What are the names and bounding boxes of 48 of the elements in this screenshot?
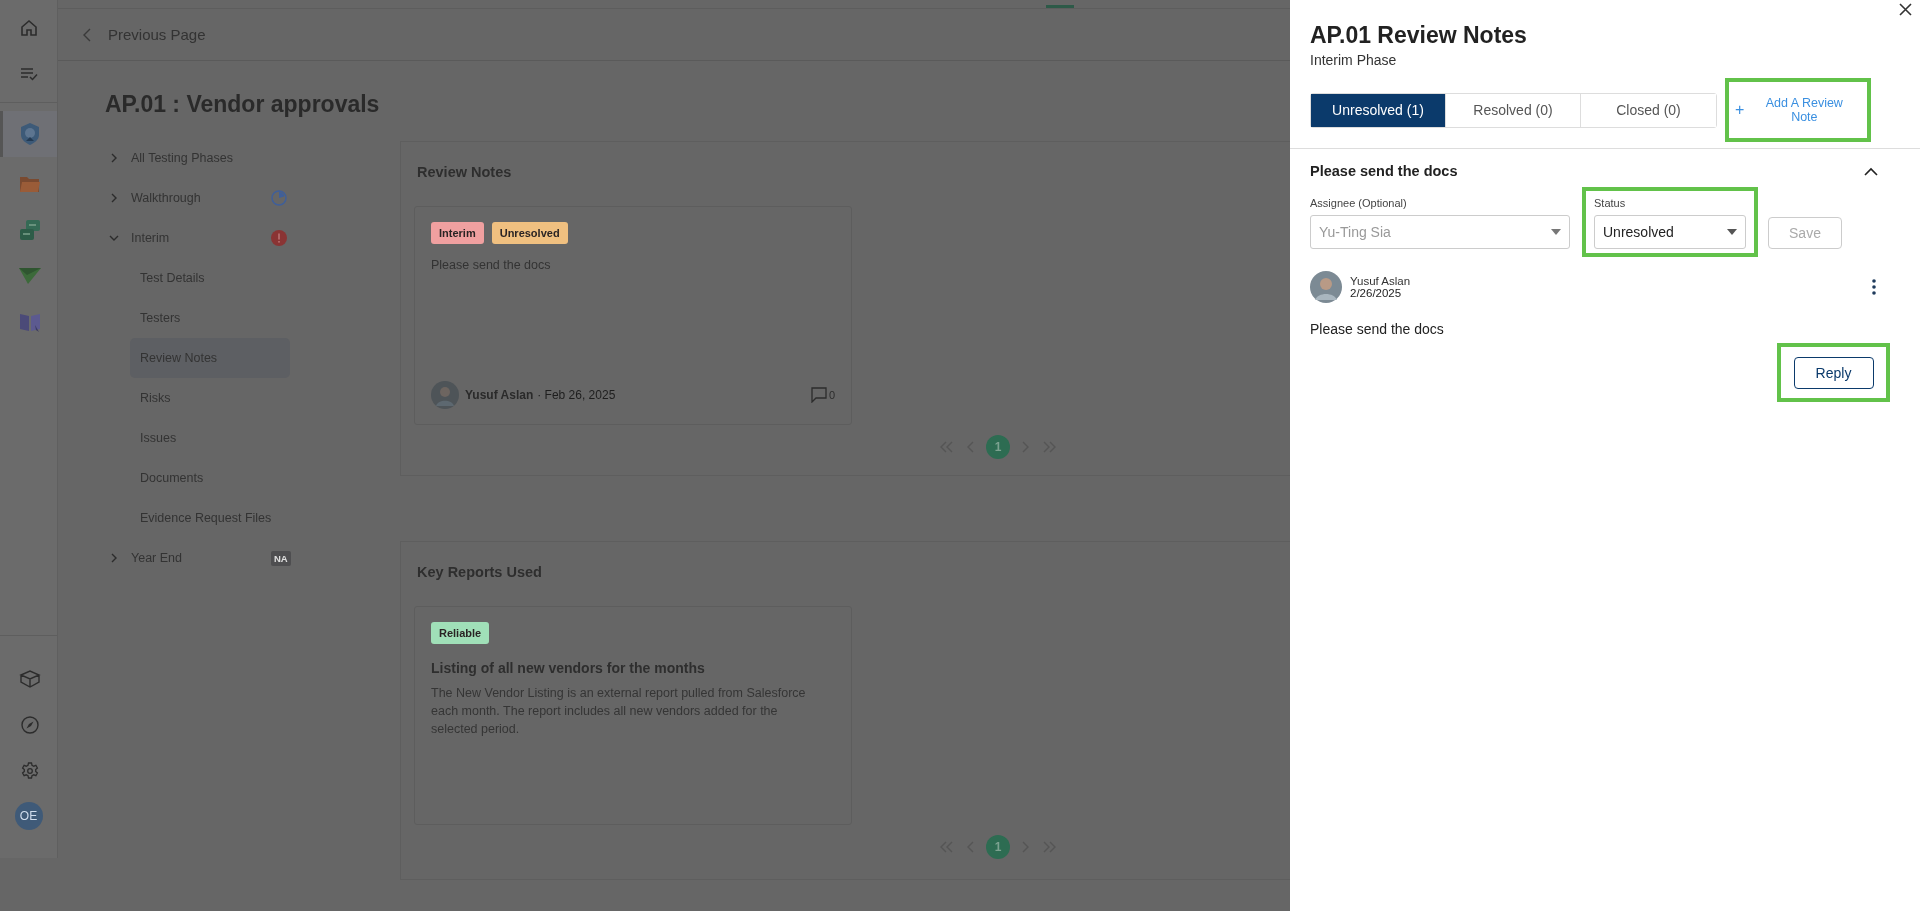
chevron-right-icon[interactable] bbox=[109, 553, 119, 563]
chevron-right-icon[interactable] bbox=[109, 153, 119, 163]
chevron-up-icon[interactable] bbox=[1864, 166, 1878, 176]
tag: Unresolved bbox=[491, 222, 568, 244]
comment-icon[interactable] bbox=[810, 387, 827, 403]
avatar-figure-icon bbox=[431, 381, 459, 409]
checklist-icon[interactable] bbox=[18, 66, 39, 82]
chevron-right-icon[interactable] bbox=[109, 193, 119, 203]
box-icon[interactable] bbox=[19, 670, 41, 688]
drawer-subtitle: Interim Phase bbox=[1310, 52, 1398, 68]
section-title: Review Notes bbox=[417, 164, 513, 180]
note-title: Please send the docs bbox=[1310, 163, 1458, 179]
comment-date: 2/26/2025 bbox=[1350, 287, 1403, 299]
comment-author: Yusuf Aslan bbox=[1350, 275, 1411, 287]
comment-text: Please send the docs bbox=[1310, 321, 1445, 337]
field-label: Status bbox=[1594, 197, 1627, 209]
book-icon[interactable] bbox=[19, 311, 41, 333]
compass-icon[interactable] bbox=[21, 716, 39, 734]
close-icon[interactable] bbox=[1899, 3, 1912, 16]
status-dropdown[interactable]: Unresolved bbox=[1594, 215, 1746, 249]
reply-button[interactable]: Reply bbox=[1793, 356, 1874, 389]
caret-icon bbox=[1551, 229, 1561, 235]
settings-icon[interactable] bbox=[21, 762, 39, 780]
caret-icon bbox=[1727, 229, 1737, 235]
page-button[interactable]: 1 bbox=[986, 435, 1010, 459]
avatar-figure-icon bbox=[1310, 271, 1342, 303]
drawer-title: AP.01 Review Notes bbox=[1310, 22, 1528, 49]
section-title: Key Reports Used bbox=[417, 564, 543, 580]
note-date: · Feb 26, 2025 bbox=[537, 388, 616, 402]
page-title: AP.01 : Vendor approvals bbox=[105, 91, 381, 118]
folder-icon[interactable] bbox=[19, 175, 41, 193]
tag: Interim bbox=[431, 222, 484, 244]
author-name: Yusuf Aslan bbox=[465, 388, 534, 402]
progress-icon bbox=[271, 190, 287, 206]
status-badge: NA bbox=[271, 550, 291, 566]
filter-tab[interactable]: Unresolved (1) bbox=[1311, 93, 1446, 127]
user-avatar[interactable]: OE bbox=[14, 802, 43, 830]
chevron-down-icon[interactable] bbox=[109, 233, 119, 243]
tag: Reliable bbox=[431, 622, 490, 644]
report-title: Listing of all new vendors for the months bbox=[431, 660, 706, 676]
shield-icon[interactable] bbox=[19, 122, 41, 146]
home-icon[interactable] bbox=[18, 18, 39, 38]
field-label: Assignee (Optional) bbox=[1310, 197, 1408, 209]
back-icon[interactable] bbox=[82, 27, 92, 42]
page-button[interactable]: 1 bbox=[986, 835, 1010, 859]
alert-icon bbox=[271, 230, 287, 246]
more-options-icon[interactable] bbox=[1872, 279, 1876, 295]
tab-indicator bbox=[1046, 5, 1074, 8]
